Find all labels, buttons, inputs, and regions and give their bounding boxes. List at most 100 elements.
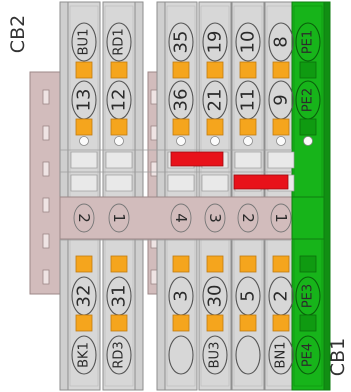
terminal-upper-a [172, 61, 190, 79]
label-upper: 12 [109, 89, 130, 112]
label-upper: 13 [74, 89, 95, 112]
label-top: 35 [171, 31, 192, 54]
label-lower: 32 [74, 285, 95, 308]
window-a [105, 151, 133, 169]
terminal-upper-b [206, 118, 224, 136]
label-bottom: BK1 [77, 342, 92, 368]
label-lower: 2 [271, 290, 292, 301]
label-lower: 30 [205, 285, 226, 308]
label-bridge: 3 [206, 213, 224, 223]
window-b [70, 174, 98, 192]
screw-hole [176, 136, 186, 146]
label-bridge: 2 [75, 213, 93, 223]
jumper-bar-1 [170, 151, 224, 167]
terminal-lower-b [272, 314, 290, 332]
side-label-cb2: CB2 [7, 15, 29, 53]
terminal-lower-b [206, 314, 224, 332]
rail-slot [42, 125, 50, 141]
terminal-upper-a [239, 61, 257, 79]
terminal-upper-b [299, 118, 317, 136]
screw-hole [114, 136, 124, 146]
terminal-lower-b [299, 314, 317, 332]
label-lower: 3 [171, 290, 192, 301]
label-top: 8 [271, 36, 292, 47]
terminal-upper-b [75, 118, 93, 136]
terminal-lower-a [110, 255, 128, 273]
terminal-block-2 [164, 1, 198, 391]
terminal-lower-a [299, 255, 317, 273]
label-upper: 9 [271, 94, 292, 105]
terminal-lower-a [272, 255, 290, 273]
terminal-lower-a [239, 255, 257, 273]
label-top: RD1 [112, 28, 127, 55]
terminal-block-diagram: CB2 CB1 CB2CB1BU113232BK1RD112131RD33536… [0, 0, 351, 392]
rail-slot [42, 269, 50, 285]
label-upper: 21 [205, 89, 226, 112]
label-top: 10 [238, 31, 259, 54]
window-b [167, 174, 195, 192]
rail-slot [150, 89, 158, 105]
terminal-upper-a [272, 61, 290, 79]
label-bridge: 1 [272, 213, 290, 223]
label-bottom: BU3 [208, 342, 223, 369]
terminal-block-1 [102, 1, 136, 391]
terminal-block-6 [291, 1, 325, 391]
terminal-lower-a [75, 255, 93, 273]
screw-hole [243, 136, 253, 146]
label-upper: PE2 [301, 88, 316, 112]
label-upper: 11 [238, 89, 259, 112]
screw-hole [276, 136, 286, 146]
label-lower: PE3 [301, 284, 316, 308]
bridge-band-green [291, 196, 325, 240]
label-top: 19 [205, 31, 226, 54]
label-upper: 36 [171, 89, 192, 112]
window-a [70, 151, 98, 169]
screw-hole [303, 136, 313, 146]
rail-slot [42, 89, 50, 105]
terminal-lower-a [172, 255, 190, 273]
rail-foot-0 [29, 71, 63, 295]
label-top: PE1 [301, 30, 316, 54]
terminal-lower-b [239, 314, 257, 332]
terminal-block-4 [231, 1, 265, 391]
terminal-upper-b [110, 118, 128, 136]
window-a [234, 151, 262, 169]
terminal-block-3 [198, 1, 232, 391]
rail-slot [150, 269, 158, 285]
label-bridge: 2 [239, 213, 257, 223]
end-cap-right-a [156, 1, 166, 391]
terminal-block-0 [67, 1, 101, 391]
end-cap-green [323, 1, 331, 391]
screw-hole [79, 136, 89, 146]
window-b [105, 174, 133, 192]
terminal-upper-a [206, 61, 224, 79]
label-lower: 31 [109, 285, 130, 308]
terminal-upper-a [110, 61, 128, 79]
screw-hole [210, 136, 220, 146]
window-a [267, 151, 295, 169]
rail-slot [42, 197, 50, 213]
jumper-bar-2 [233, 174, 289, 190]
label-lower: 5 [238, 290, 259, 301]
terminal-lower-b [172, 314, 190, 332]
rail-slot [150, 161, 158, 177]
label-bridge: 1 [110, 213, 128, 223]
end-cap-left-a [59, 1, 69, 391]
label-bridge: 4 [172, 213, 190, 223]
label-bottom: RD3 [112, 341, 127, 368]
terminal-upper-b [172, 118, 190, 136]
terminal-upper-a [299, 61, 317, 79]
end-cap-left-b [134, 1, 144, 391]
terminal-strip-svg: CB2CB1BU113232BK1RD112131RD3353643192133… [7, 1, 349, 391]
rail-slot [42, 233, 50, 249]
terminal-upper-b [239, 118, 257, 136]
terminal-lower-a [206, 255, 224, 273]
terminal-lower-b [110, 314, 128, 332]
label-top: BU1 [77, 29, 92, 56]
label-bottom: BN1 [274, 342, 289, 369]
window-b [201, 174, 229, 192]
terminal-upper-a [75, 61, 93, 79]
rail-slot [42, 161, 50, 177]
label-bottom: PE4 [301, 343, 316, 367]
terminal-lower-b [75, 314, 93, 332]
